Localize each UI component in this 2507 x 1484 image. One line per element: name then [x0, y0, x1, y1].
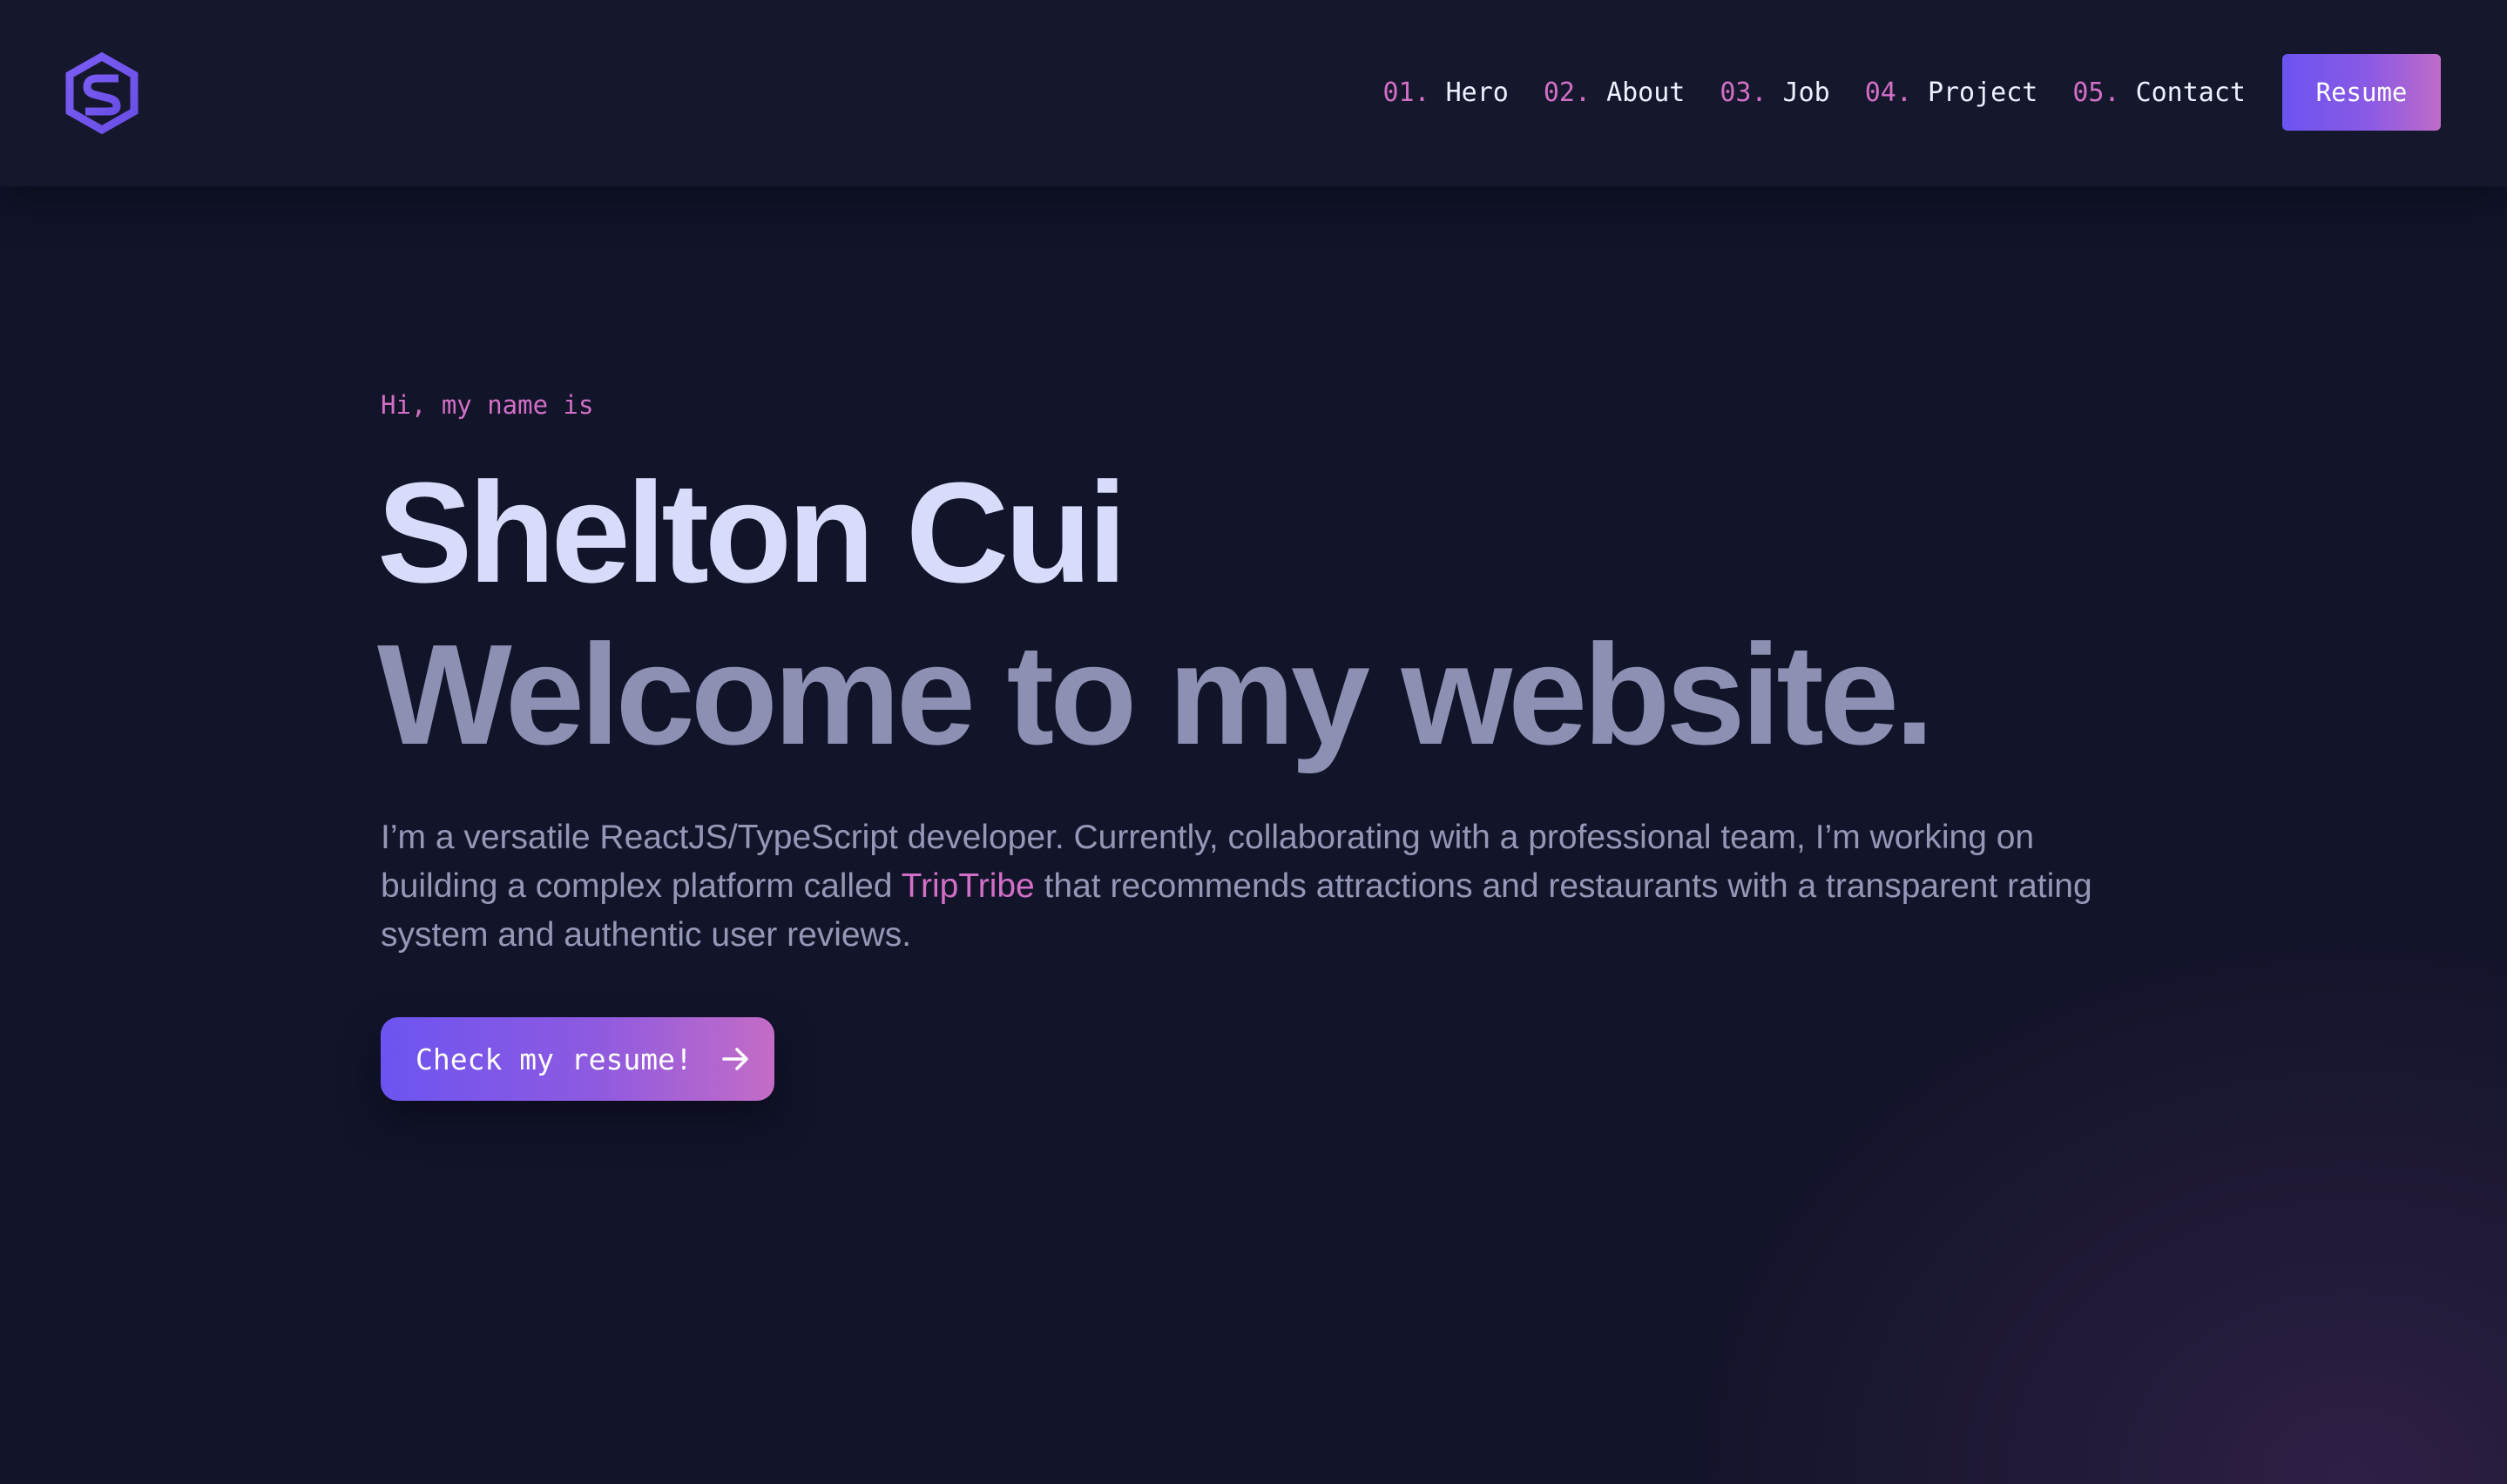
nav-number: 01.	[1382, 77, 1430, 108]
resume-button[interactable]: Resume	[2282, 54, 2441, 131]
hero-name: Shelton Cui	[377, 453, 1127, 612]
nav-number: 05.	[2072, 77, 2120, 108]
hero-greeting: Hi, my name is	[381, 390, 594, 420]
nav-item-contact[interactable]: 05. Contact	[2072, 78, 2246, 108]
arrow-right-icon	[720, 1044, 750, 1074]
nav-number: 02.	[1543, 77, 1591, 108]
nav-label: Job	[1782, 77, 1830, 108]
page: 01. Hero 02. About 03. Job 04. Project 0…	[0, 0, 2507, 1484]
nav-item-job[interactable]: 03. Job	[1720, 78, 1829, 108]
nav-number: 04.	[1864, 77, 1912, 108]
main-nav: 01. Hero 02. About 03. Job 04. Project 0…	[1382, 54, 2507, 131]
site-header: 01. Hero 02. About 03. Job 04. Project 0…	[0, 0, 2507, 186]
check-resume-button[interactable]: Check my resume!	[381, 1017, 774, 1101]
nav-item-project[interactable]: 04. Project	[1865, 78, 2038, 108]
nav-label: Contact	[2135, 77, 2246, 108]
nav-item-about[interactable]: 02. About	[1544, 78, 1686, 108]
hero-description: I’m a versatile ReactJS/TypeScript devel…	[381, 813, 2140, 960]
nav-item-hero[interactable]: 01. Hero	[1382, 78, 1508, 108]
nav-label: About	[1606, 77, 1686, 108]
check-resume-label: Check my resume!	[416, 1042, 693, 1076]
hexagon-s-logo-icon[interactable]	[64, 51, 139, 135]
hero-tagline: Welcome to my website.	[377, 615, 1935, 774]
nav-label: Project	[1927, 77, 2038, 108]
nav-label: Hero	[1445, 77, 1509, 108]
triptribe-link[interactable]: TripTribe	[902, 867, 1035, 905]
nav-number: 03.	[1720, 77, 1767, 108]
